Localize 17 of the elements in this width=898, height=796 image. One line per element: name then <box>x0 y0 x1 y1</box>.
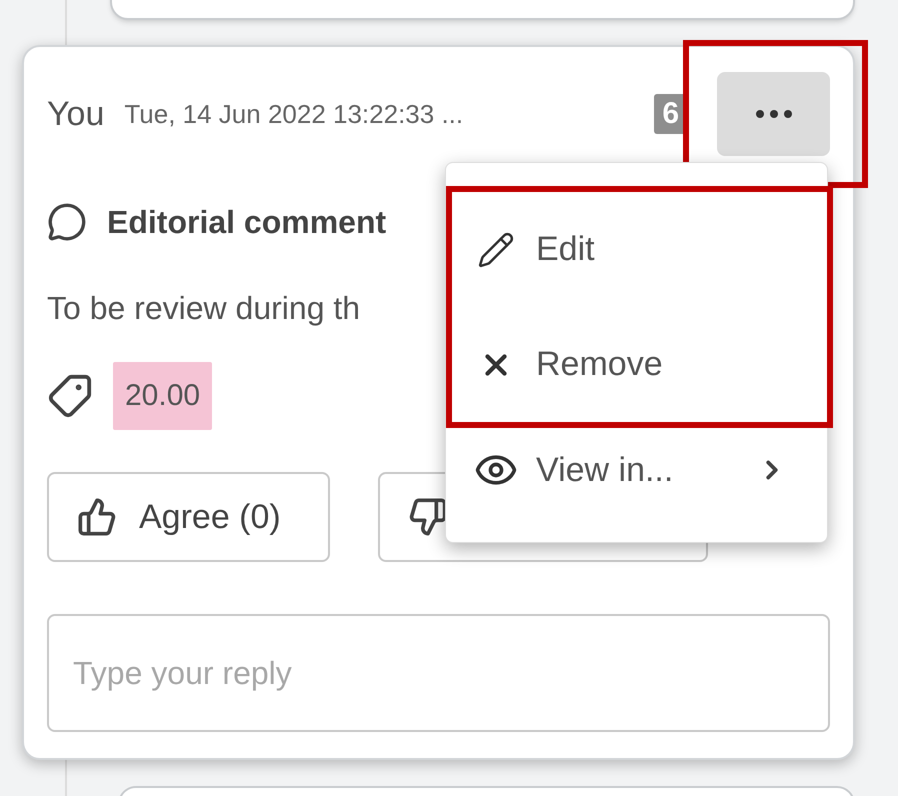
menu-item[interactable]: View in... <box>452 434 827 506</box>
more-button[interactable] <box>717 72 830 156</box>
agree-button[interactable]: Agree (0) <box>47 472 330 562</box>
tag-icon <box>47 373 93 419</box>
timestamp: Tue, 14 Jun 2022 13:22:33 ... <box>124 98 464 130</box>
menu-item[interactable]: Edit <box>452 192 827 307</box>
tag-chip: 20.00 <box>113 362 212 430</box>
more-icon <box>756 110 792 118</box>
author-name: You <box>47 94 104 134</box>
menu-item[interactable]: Remove <box>452 307 827 422</box>
pencil-icon <box>477 230 515 268</box>
speech-bubble-icon <box>47 202 87 242</box>
thumbs-up-icon <box>77 497 117 537</box>
reply-field[interactable]: Type your reply <box>49 616 828 730</box>
comment-body: To be review during th <box>47 289 362 328</box>
thumbs-down-icon <box>408 497 448 537</box>
comment-type: Editorial comment <box>107 203 386 242</box>
